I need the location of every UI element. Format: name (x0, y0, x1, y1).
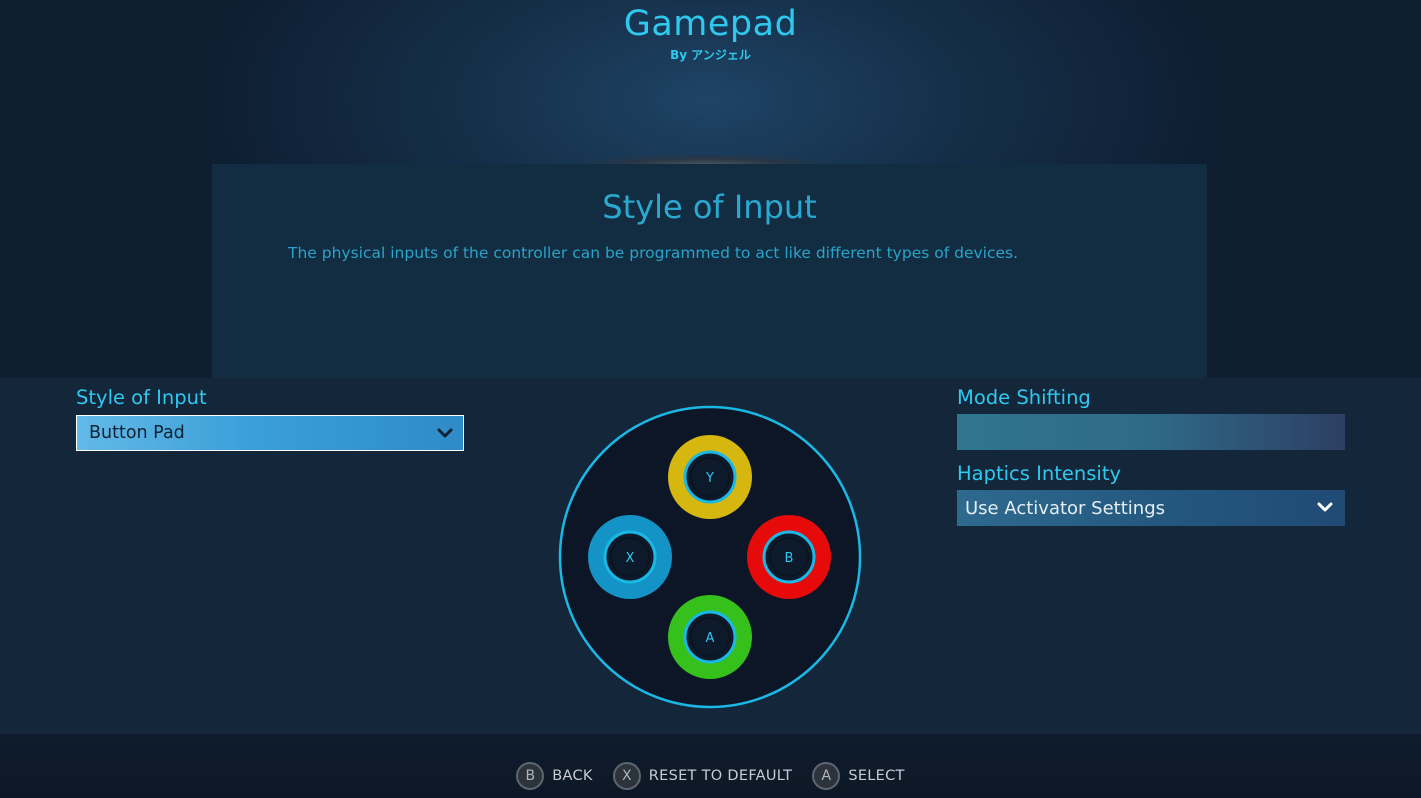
chevron-down-icon (1317, 499, 1333, 519)
select-label: SELECT (848, 768, 905, 784)
style-of-input-dropdown[interactable]: Button Pad (76, 415, 464, 451)
haptics-intensity-value: Use Activator Settings (965, 497, 1166, 519)
reset-to-default-button[interactable]: X RESET TO DEFAULT (612, 762, 793, 790)
face-button-y[interactable]: Y (668, 435, 752, 519)
mode-shifting-label: Mode Shifting (957, 386, 1091, 409)
face-button-a-label: A (706, 631, 715, 646)
mode-shifting-field[interactable] (957, 414, 1345, 450)
back-label: BACK (552, 768, 593, 784)
haptics-intensity-dropdown[interactable]: Use Activator Settings (957, 490, 1345, 526)
face-button-b[interactable]: B (747, 515, 831, 599)
footer-hints: B BACK X RESET TO DEFAULT A SELECT (0, 762, 1421, 790)
info-panel: Style of Input The physical inputs of th… (212, 164, 1207, 378)
face-button-y-label: Y (705, 471, 714, 486)
style-of-input-value: Button Pad (89, 423, 185, 443)
back-button[interactable]: B BACK (516, 762, 592, 790)
x-button-glyph-icon: X (612, 762, 641, 790)
info-description: The physical inputs of the controller ca… (288, 244, 1019, 262)
button-pad-diagram: Y X B A (558, 405, 862, 709)
reset-to-default-label: RESET TO DEFAULT (648, 768, 793, 784)
face-button-b-label: B (785, 551, 794, 566)
style-of-input-label: Style of Input (76, 386, 207, 409)
face-button-x[interactable]: X (588, 515, 672, 599)
info-title: Style of Input (602, 188, 817, 226)
chevron-down-icon (437, 425, 453, 445)
b-button-glyph-icon: B (516, 762, 545, 790)
a-button-glyph-icon: A (812, 762, 841, 790)
haptics-intensity-label: Haptics Intensity (957, 462, 1122, 485)
select-button[interactable]: A SELECT (812, 762, 904, 790)
app-title: Gamepad (623, 4, 798, 44)
app-author: By アンジェル (670, 48, 751, 62)
face-button-x-label: X (626, 551, 635, 566)
face-button-a[interactable]: A (668, 595, 752, 679)
